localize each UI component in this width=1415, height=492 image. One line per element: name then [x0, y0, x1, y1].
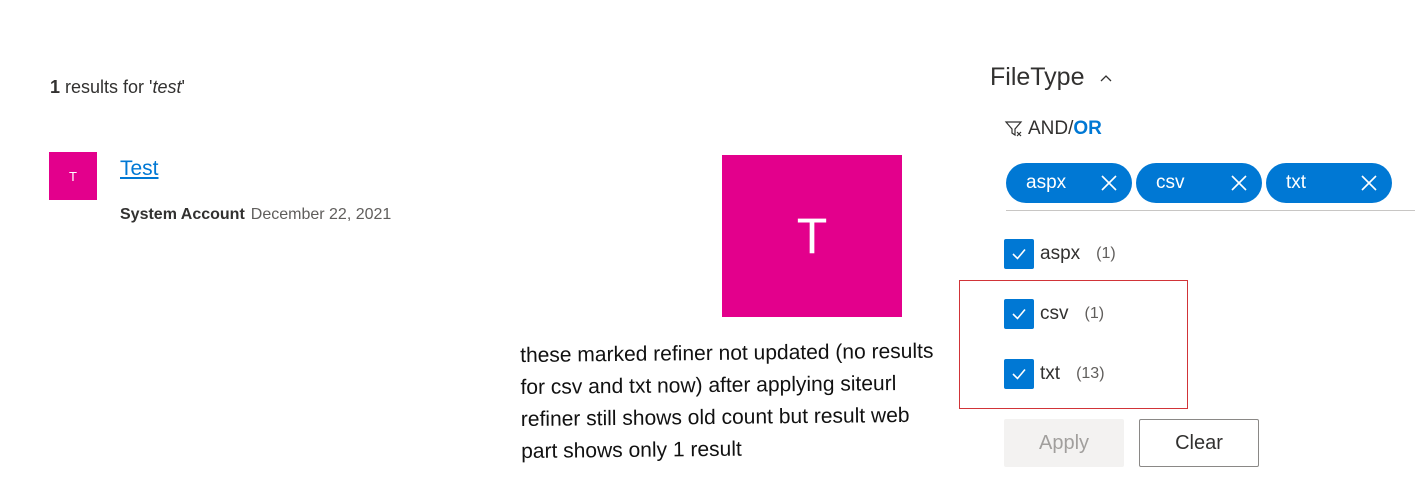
result-title-link[interactable]: Test: [120, 157, 159, 181]
and-option[interactable]: AND: [1028, 118, 1068, 140]
close-icon[interactable]: [1230, 174, 1248, 192]
option-label: aspx: [1040, 243, 1081, 264]
option-count: (1): [1096, 245, 1116, 262]
preview-thumbnail: T: [722, 155, 902, 317]
annotation-note: these marked refiner not updated (no res…: [520, 339, 934, 463]
pill-aspx[interactable]: aspx: [1006, 163, 1132, 203]
result-thumbnail[interactable]: T: [49, 152, 97, 200]
pill-label: csv: [1156, 172, 1185, 193]
results-label: results for ': [60, 77, 153, 97]
option-aspx[interactable]: aspx (1): [1004, 239, 1116, 269]
clear-button[interactable]: Clear: [1139, 419, 1259, 467]
chevron-up-icon: [1101, 74, 1112, 81]
results-label-end: ': [181, 77, 185, 97]
pill-csv[interactable]: csv: [1136, 163, 1262, 203]
divider: [1006, 210, 1415, 211]
results-number: 1: [50, 77, 61, 97]
close-icon[interactable]: [1100, 174, 1118, 192]
and-or-toggle: AND / OR: [1004, 118, 1102, 140]
refiner-title: FileType: [990, 63, 1085, 91]
close-icon[interactable]: [1360, 174, 1378, 192]
result-item: T Test System Account December 22, 2021: [49, 152, 469, 232]
results-count: 1 results for 'test': [50, 77, 185, 98]
result-date: December 22, 2021: [250, 206, 392, 223]
result-meta: System Account December 22, 2021: [120, 206, 391, 224]
checkbox-aspx[interactable]: [1004, 239, 1034, 269]
apply-button[interactable]: Apply: [1004, 419, 1124, 467]
pill-label: txt: [1286, 172, 1307, 193]
selected-filter-pills: aspx csv txt: [1006, 163, 1396, 203]
annotation-highlight-box: [959, 280, 1188, 409]
pill-label: aspx: [1026, 172, 1067, 193]
results-query: test: [152, 77, 182, 97]
checkmark-icon: [1012, 248, 1026, 260]
filter-icon: [1004, 121, 1023, 137]
pill-txt[interactable]: txt: [1266, 163, 1392, 203]
or-option[interactable]: OR: [1073, 118, 1102, 140]
result-author: System Account: [120, 206, 245, 223]
refiner-header[interactable]: FileType: [990, 63, 1114, 92]
